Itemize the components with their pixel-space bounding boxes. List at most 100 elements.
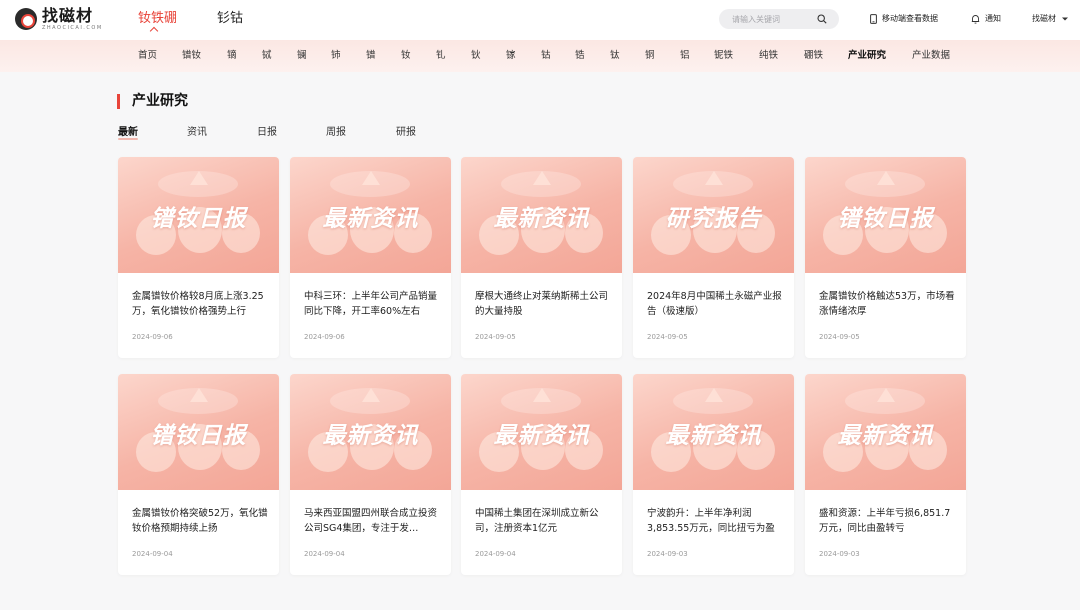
category-item[interactable]: 铜	[645, 50, 655, 62]
bell-icon	[971, 15, 980, 24]
article-date: 2024-09-06	[304, 333, 345, 341]
article-card[interactable]: 最新资讯宁波韵升：上半年净利润3,853.55万元，同比扭亏为盈 2024-09-…	[633, 374, 794, 575]
main-tab-smco[interactable]: 钐钴	[217, 11, 243, 27]
sub-tab-research[interactable]: 研报	[396, 126, 416, 139]
category-item[interactable]: 首页	[138, 50, 157, 62]
article-thumbnail: 镨钕日报	[118, 157, 279, 273]
article-date: 2024-09-05	[475, 333, 516, 341]
category-item[interactable]: 铌铁	[714, 50, 733, 62]
logo-subtitle: ZHAOCICAI.COM	[42, 25, 103, 31]
thumbnail-text: 镨钕日报	[150, 206, 247, 232]
article-date: 2024-09-04	[132, 550, 173, 558]
user-menu[interactable]: 找磁材	[1032, 13, 1069, 25]
article-date: 2024-09-05	[819, 333, 860, 341]
category-item[interactable]: 产业数据	[912, 50, 950, 62]
category-item-active[interactable]: 产业研究	[848, 50, 886, 62]
category-item[interactable]: 锆	[575, 50, 585, 62]
article-thumbnail: 最新资讯	[290, 374, 451, 490]
category-item[interactable]: 硼铁	[804, 50, 823, 62]
category-item[interactable]: 铈	[331, 50, 341, 62]
site-logo[interactable]: 找磁材 ZHAOCICAI.COM	[15, 7, 103, 32]
main-tab-label: 钐钴	[217, 11, 244, 26]
article-title[interactable]: 马来西亚国盟四州联合成立投资公司SG4集团，专注于发…	[304, 506, 440, 536]
article-date: 2024-09-05	[647, 333, 688, 341]
search-icon[interactable]	[817, 14, 827, 24]
top-header: 找磁材 ZHAOCICAI.COM 钕铁硼 钐钴 移动端查看数据 通知 找磁材	[0, 0, 1080, 40]
category-item[interactable]: 镨	[366, 50, 376, 62]
article-title[interactable]: 2024年8月中国稀土永磁产业报告（极速版）	[647, 289, 783, 319]
article-card[interactable]: 镨钕日报金属镨钕价格触达53万，市场看涨情绪浓厚 2024-09-05	[805, 157, 966, 358]
logo-icon	[15, 8, 37, 30]
main-tab-label: 钕铁硼	[138, 11, 178, 26]
article-card[interactable]: 研究报告 2024年8月中国稀土永磁产业报告（极速版） 2024-09-05	[633, 157, 794, 358]
phone-icon	[870, 14, 877, 24]
sub-tab-news[interactable]: 资讯	[187, 126, 207, 139]
article-date: 2024-09-04	[475, 550, 516, 558]
article-thumbnail: 镨钕日报	[118, 374, 279, 490]
category-item[interactable]: 钆	[436, 50, 446, 62]
article-card[interactable]: 最新资讯中国稀土集团在深圳成立新公司，注册资本1亿元 2024-09-04	[461, 374, 622, 575]
article-thumbnail: 最新资讯	[805, 374, 966, 490]
notification-label: 通知	[985, 14, 1001, 23]
section-title: 产业研究	[132, 93, 188, 109]
thumbnail-text: 镨钕日报	[150, 423, 247, 449]
article-title[interactable]: 宁波韵升：上半年净利润3,853.55万元，同比扭亏为盈	[647, 506, 783, 536]
notification-link[interactable]: 通知	[971, 13, 1001, 25]
category-item[interactable]: 镧	[297, 50, 307, 62]
category-item[interactable]: 钴	[541, 50, 551, 62]
thumbnail-text: 镨钕日报	[837, 206, 934, 232]
category-item[interactable]: 纯铁	[759, 50, 778, 62]
thumbnail-text: 研究报告	[665, 206, 762, 232]
article-title[interactable]: 盛和资源：上半年亏损6,851.7万元，同比由盈转亏	[819, 506, 955, 536]
article-title[interactable]: 金属镨钕价格较8月底上涨3.25万，氧化镨钕价格强势上行	[132, 289, 268, 319]
article-thumbnail: 最新资讯	[461, 157, 622, 273]
article-title[interactable]: 中国稀土集团在深圳成立新公司，注册资本1亿元	[475, 506, 611, 536]
caret-down-icon	[1062, 17, 1068, 21]
category-item[interactable]: 铝	[680, 50, 690, 62]
sub-tab-underline	[118, 138, 138, 140]
thumbnail-text: 最新资讯	[493, 206, 590, 232]
category-item[interactable]: 镨钕	[182, 50, 201, 62]
category-item[interactable]: 钬	[471, 50, 481, 62]
thumbnail-text: 最新资讯	[665, 423, 762, 449]
sub-tab-daily[interactable]: 日报	[257, 126, 277, 139]
article-title[interactable]: 金属镨钕价格突破52万，氧化镨钕价格预期持续上扬	[132, 506, 268, 536]
article-card[interactable]: 最新资讯摩根大通终止对莱纳斯稀土公司的大量持股 2024-09-05	[461, 157, 622, 358]
thumbnail-text: 最新资讯	[837, 423, 934, 449]
article-card[interactable]: 最新资讯马来西亚国盟四州联合成立投资公司SG4集团，专注于发… 2024-09-0…	[290, 374, 451, 575]
category-item[interactable]: 铽	[262, 50, 272, 62]
thumbnail-text: 最新资讯	[493, 423, 590, 449]
article-card[interactable]: 镨钕日报金属镨钕价格较8月底上涨3.25万，氧化镨钕价格强势上行 2024-09-…	[118, 157, 279, 358]
article-title[interactable]: 中科三环：上半年公司产品销量同比下降，开工率60%左右	[304, 289, 440, 319]
article-thumbnail: 最新资讯	[633, 374, 794, 490]
category-item[interactable]: 镓	[506, 50, 516, 62]
search-input[interactable]	[732, 14, 820, 24]
category-item[interactable]: 钛	[610, 50, 620, 62]
category-item[interactable]: 钕	[401, 50, 411, 62]
category-nav: 首页 镨钕 镝 铽 镧 铈 镨 钕 钆 钬 镓 钴 锆 钛 铜 铝 铌铁 纯铁 …	[0, 40, 1080, 72]
thumbnail-text: 最新资讯	[322, 206, 419, 232]
article-thumbnail: 最新资讯	[290, 157, 451, 273]
logo-name: 找磁材	[42, 6, 94, 25]
article-title[interactable]: 金属镨钕价格触达53万，市场看涨情绪浓厚	[819, 289, 955, 319]
main-tab-ndfeb[interactable]: 钕铁硼	[138, 11, 178, 36]
section-accent-bar	[117, 94, 120, 109]
article-card[interactable]: 镨钕日报金属镨钕价格突破52万，氧化镨钕价格预期持续上扬 2024-09-04	[118, 374, 279, 575]
article-date: 2024-09-04	[304, 550, 345, 558]
article-card[interactable]: 最新资讯盛和资源：上半年亏损6,851.7万元，同比由盈转亏 2024-09-03	[805, 374, 966, 575]
article-thumbnail: 研究报告	[633, 157, 794, 273]
search-box	[719, 9, 839, 29]
article-title[interactable]: 摩根大通终止对莱纳斯稀土公司的大量持股	[475, 289, 611, 319]
article-thumbnail: 最新资讯	[461, 374, 622, 490]
caret-up-icon	[149, 26, 159, 36]
thumbnail-text: 最新资讯	[322, 423, 419, 449]
article-date: 2024-09-03	[647, 550, 688, 558]
category-item[interactable]: 镝	[227, 50, 237, 62]
sub-tab-weekly[interactable]: 周报	[326, 126, 346, 139]
article-card[interactable]: 最新资讯中科三环：上半年公司产品销量同比下降，开工率60%左右 2024-09-0…	[290, 157, 451, 358]
user-name: 找磁材	[1032, 14, 1056, 23]
article-date: 2024-09-06	[132, 333, 173, 341]
article-thumbnail: 镨钕日报	[805, 157, 966, 273]
article-date: 2024-09-03	[819, 550, 860, 558]
mobile-view-link[interactable]: 移动端查看数据	[870, 13, 938, 25]
